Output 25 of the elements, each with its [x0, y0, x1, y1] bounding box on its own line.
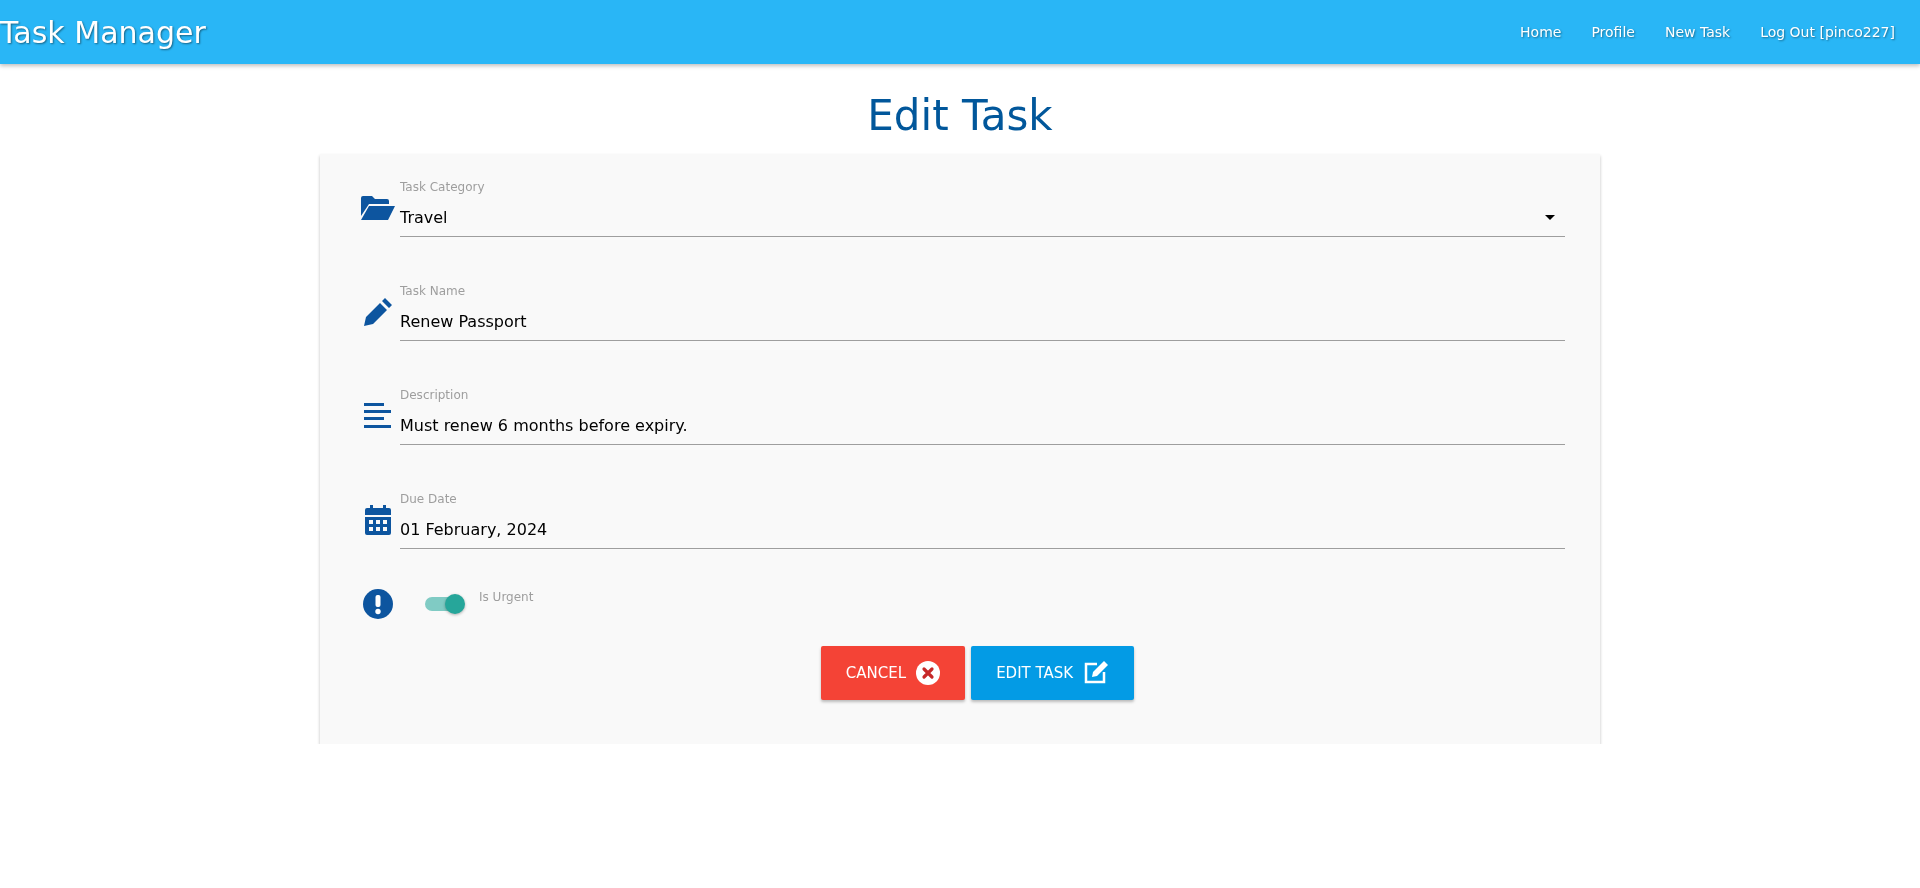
- submit-button[interactable]: EDIT TASK: [971, 646, 1135, 700]
- field-label: Due Date: [400, 491, 458, 506]
- calendar-icon: [364, 505, 391, 535]
- input-field[interactable]: Must renew 6 months before expiry.: [400, 407, 1565, 445]
- dropdown-caret-icon: [1545, 215, 1555, 220]
- field-label: Task Name: [400, 283, 467, 298]
- field-label: Task Category: [400, 179, 486, 194]
- edit-icon: [1083, 661, 1110, 685]
- input-field[interactable]: 01 February, 2024: [400, 511, 1565, 549]
- field-label: Description: [400, 387, 470, 402]
- input-field[interactable]: Renew Passport: [400, 303, 1565, 341]
- pencil-icon: [362, 297, 393, 327]
- close-icon: [916, 661, 941, 685]
- brand-logo[interactable]: Task Manager: [0, 14, 206, 50]
- folder-icon: [360, 196, 395, 220]
- select-field[interactable]: Travel: [400, 199, 1565, 237]
- exclamation-icon: [362, 589, 393, 619]
- nav-link[interactable]: Home: [1505, 24, 1577, 40]
- nav-link[interactable]: Profile: [1576, 24, 1650, 40]
- page-title: Edit Task: [866, 90, 1054, 142]
- switch-label: Is Urgent: [479, 590, 534, 604]
- nav-link[interactable]: Log Out [pinco227]: [1745, 24, 1910, 40]
- cancel-button[interactable]: CANCEL: [820, 646, 966, 700]
- text-lines-icon: [364, 403, 391, 429]
- nav-link[interactable]: New Task: [1649, 24, 1746, 40]
